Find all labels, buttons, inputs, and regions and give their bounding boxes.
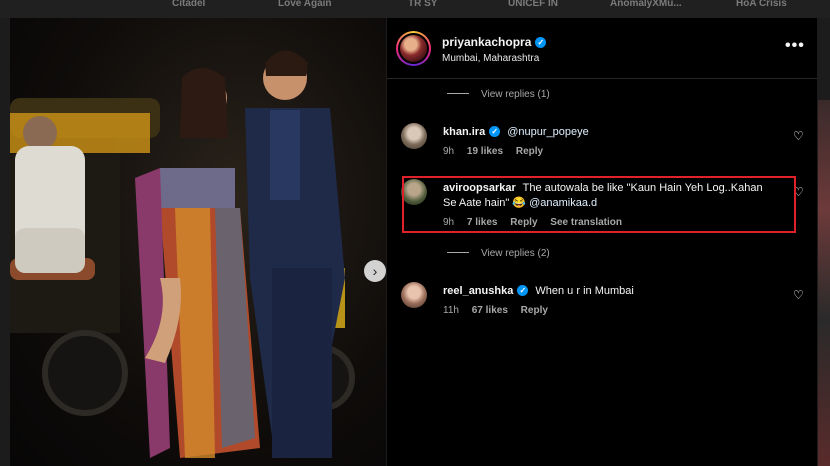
heart-icon[interactable]: ♡ (793, 288, 804, 302)
top-bar-item[interactable]: Citadel (172, 0, 205, 9)
divider-line (447, 252, 469, 253)
heart-icon[interactable]: ♡ (793, 129, 804, 143)
divider-line (447, 93, 469, 94)
author-username[interactable]: priyankachopra ✓ (442, 35, 547, 49)
view-replies-button[interactable]: View replies (1) (447, 89, 550, 100)
comments-panel: priyankachopra ✓ Mumbai, Maharashtra ••• … (387, 18, 817, 466)
top-bar-item[interactable]: TR SY (408, 0, 437, 9)
top-bar-item[interactable]: AnomalyXMu... (610, 0, 682, 9)
post-photo[interactable]: › (10, 18, 386, 466)
background-post-preview (818, 100, 830, 466)
comment-meta: 11h 67 likes Reply (443, 305, 558, 316)
next-photo-button[interactable]: › (364, 260, 386, 282)
comment-text: khan.ira ✓ @nupur_popeye (443, 125, 773, 140)
comment-body: When u r in Mumbai (535, 285, 634, 297)
annotation-highlight-box (402, 176, 796, 233)
comment-body[interactable]: @nupur_popeye (507, 126, 589, 138)
commenter-username[interactable]: reel_anushka ✓ (443, 285, 529, 297)
chevron-right-icon: › (372, 263, 378, 279)
verified-badge-icon: ✓ (489, 126, 501, 137)
top-bar: Citadel Love Again TR SY UNICEF IN Anoma… (0, 0, 830, 18)
post-location[interactable]: Mumbai, Maharashtra (442, 53, 539, 64)
comment-likes[interactable]: 67 likes (472, 305, 508, 316)
comment-text: reel_anushka ✓ When u r in Mumbai (443, 284, 773, 299)
more-options-icon[interactable]: ••• (785, 37, 805, 55)
top-bar-item[interactable]: UNICEF IN (508, 0, 558, 9)
verified-badge-icon: ✓ (517, 285, 529, 296)
top-bar-item[interactable]: Love Again (278, 0, 332, 9)
reply-button[interactable]: Reply (521, 305, 548, 316)
commenter-avatar[interactable] (401, 123, 427, 149)
reply-button[interactable]: Reply (516, 146, 543, 157)
verified-badge-icon: ✓ (535, 37, 547, 48)
comment-time: 9h (443, 146, 455, 157)
comment-time: 11h (443, 305, 459, 316)
photo-illustration (10, 50, 355, 458)
top-bar-item[interactable]: HoA Crisis (736, 0, 787, 9)
comment-meta: 9h 19 likes Reply (443, 146, 553, 157)
view-replies-button[interactable]: View replies (2) (447, 248, 550, 259)
commenter-avatar[interactable] (401, 282, 427, 308)
commenter-username[interactable]: khan.ira ✓ (443, 126, 501, 138)
comment-likes[interactable]: 19 likes (467, 146, 503, 157)
author-avatar[interactable] (396, 31, 431, 66)
post-header: priyankachopra ✓ Mumbai, Maharashtra ••• (387, 18, 817, 79)
